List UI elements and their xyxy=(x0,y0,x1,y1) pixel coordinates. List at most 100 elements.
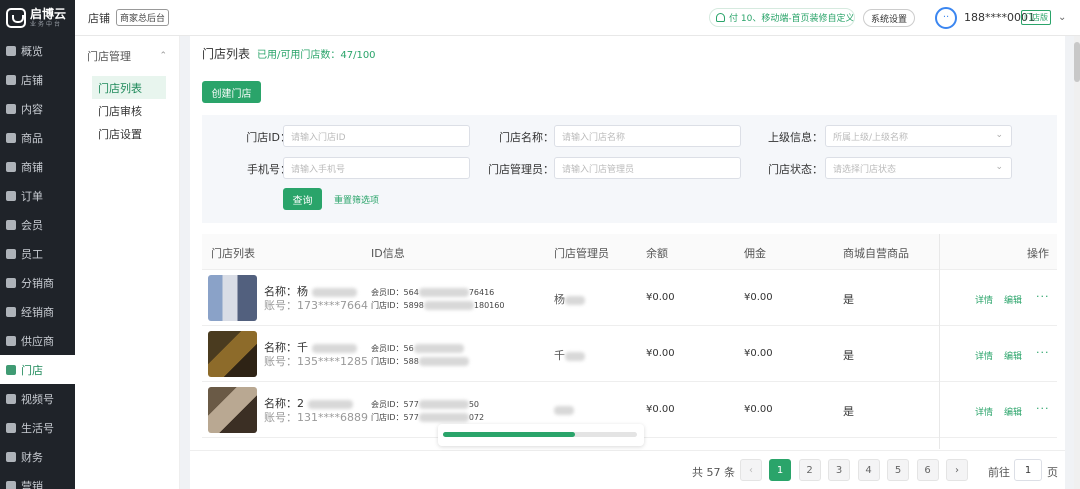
store-name-input[interactable]: 请输入门店名称 xyxy=(554,125,741,147)
store-table: 门店列表 ID信息 门店管理员 余额 佣金 商城自营商品 操作 名称：杨 账号：… xyxy=(202,234,1057,449)
nav-item-5[interactable]: 订单 xyxy=(0,181,75,210)
store-manager: 千 xyxy=(554,347,585,363)
nav-item-label: 生活号 xyxy=(21,421,54,435)
brand-sub: 业务中台 xyxy=(30,21,63,28)
hq-button[interactable]: 商家总后台 xyxy=(116,9,170,26)
member-id: 577 xyxy=(403,400,419,409)
heart-icon xyxy=(6,161,16,172)
status-select[interactable]: 请选择门店状态 ⌄ xyxy=(825,157,1012,179)
edit-link[interactable]: 编辑 xyxy=(1004,349,1022,362)
page-button[interactable]: 1 xyxy=(769,459,791,481)
distribution-icon xyxy=(6,277,16,288)
balance: ¥0.00 xyxy=(646,348,675,359)
nav-item-4[interactable]: 商铺 xyxy=(0,152,75,181)
page-button[interactable]: 3 xyxy=(828,459,850,481)
detail-link[interactable]: 详情 xyxy=(975,405,993,418)
store-count: 已用/可用门店数：47/100 xyxy=(257,50,376,61)
more-icon[interactable]: ··· xyxy=(1036,346,1050,359)
edit-link[interactable]: 编辑 xyxy=(1004,405,1022,418)
col-self-goods: 商城自营商品 xyxy=(843,247,909,260)
detail-link[interactable]: 详情 xyxy=(975,293,993,306)
nav-item-12[interactable]: 视频号 xyxy=(0,384,75,413)
edit-link[interactable]: 编辑 xyxy=(1004,293,1022,306)
home-icon xyxy=(6,74,16,85)
dashboard-icon xyxy=(6,45,16,56)
col-actions: 操作 xyxy=(1027,247,1049,260)
page-button[interactable]: 6 xyxy=(916,459,939,481)
store-id-input[interactable]: 请输入门店ID xyxy=(283,125,470,147)
nav-item-0[interactable]: 概览 xyxy=(0,36,75,65)
nav-item-6[interactable]: 会员 xyxy=(0,210,75,239)
page-button[interactable]: 5 xyxy=(887,459,909,481)
manager-input[interactable]: 请输入门店管理员 xyxy=(554,157,741,179)
parent-info-select[interactable]: 所属上级/上级名称 ⌄ xyxy=(825,125,1012,147)
page-button[interactable]: 2 xyxy=(798,459,821,481)
nav-item-14[interactable]: 财务 xyxy=(0,442,75,471)
nav-item-label: 财务 xyxy=(21,450,43,464)
nav-item-label: 经销商 xyxy=(21,305,54,319)
store-edition-tag: 门店版 xyxy=(1021,10,1051,25)
detail-link[interactable]: 详情 xyxy=(975,349,993,362)
phone-input[interactable]: 请输入手机号 xyxy=(283,157,470,179)
goto-page-input[interactable]: 1 xyxy=(1014,459,1042,481)
nav-item-label: 视频号 xyxy=(21,392,54,406)
nav-item-label: 概览 xyxy=(21,44,43,58)
status-placeholder: 请选择门店状态 xyxy=(833,164,897,175)
store-name: 千 xyxy=(297,341,308,354)
member-id: 564 xyxy=(403,288,419,297)
nav-item-9[interactable]: 经销商 xyxy=(0,297,75,326)
submenu-item-store-list[interactable]: 门店列表 xyxy=(92,76,166,99)
query-button[interactable]: 查询 xyxy=(283,188,322,210)
submenu-item-store-settings[interactable]: 门店设置 xyxy=(92,122,166,145)
store-id-label: 门店ID： xyxy=(246,131,291,144)
nav-item-2[interactable]: 内容 xyxy=(0,94,75,123)
member-id-label: 会员ID： xyxy=(371,344,404,353)
reset-filters-link[interactable]: 重置筛选项 xyxy=(334,193,379,206)
nav-item-7[interactable]: 员工 xyxy=(0,239,75,268)
page-scrollbar[interactable] xyxy=(1074,36,1080,489)
nav-item-10[interactable]: 供应商 xyxy=(0,326,75,355)
store-submenu: 门店管理 ⌃ 门店列表 门店审核 门店设置 xyxy=(75,36,180,489)
store-thumbnail xyxy=(208,275,257,321)
system-settings-button[interactable]: 系统设置 xyxy=(863,9,916,27)
chevron-down-icon[interactable]: ⌄ xyxy=(1058,12,1066,23)
nav-item-1[interactable]: 店铺 xyxy=(0,65,75,94)
store-info: 名称：杨 账号：173****7664 xyxy=(264,285,368,313)
store-info: 名称：2 账号：131****6889 xyxy=(264,397,368,425)
scrollbar-thumb[interactable] xyxy=(1074,42,1080,82)
submenu-header[interactable]: 门店管理 ⌃ xyxy=(75,36,179,76)
notice-bar[interactable]: 付 10、移动端-首页装修自定义 xyxy=(709,8,855,27)
submenu-item-store-review[interactable]: 门店审核 xyxy=(92,99,166,122)
goto-label: 前往 xyxy=(988,466,1010,479)
avatar[interactable] xyxy=(935,7,957,29)
filter-panel: 门店ID： 请输入门店ID 门店名称： 请输入门店名称 上级信息： 所属上级/上… xyxy=(202,115,1057,223)
prev-page-button[interactable]: ‹ xyxy=(740,459,762,481)
next-page-button[interactable]: › xyxy=(946,459,968,481)
name-label: 名称： xyxy=(264,397,297,410)
nav-item-15[interactable]: 营销 xyxy=(0,471,75,489)
nav-item-3[interactable]: 商品 xyxy=(0,123,75,152)
redacted-text xyxy=(418,413,469,422)
table-header: 门店列表 ID信息 门店管理员 余额 佣金 商城自营商品 操作 xyxy=(202,234,1057,270)
create-store-button[interactable]: 创建门店 xyxy=(202,81,261,103)
more-icon[interactable]: ··· xyxy=(1036,402,1050,415)
more-icon[interactable]: ··· xyxy=(1036,290,1050,303)
redacted-text xyxy=(311,343,357,353)
bell-icon xyxy=(716,13,725,22)
redacted-text xyxy=(418,357,469,366)
nav-item-11[interactable]: 门店 xyxy=(0,355,75,384)
manager-name: 千 xyxy=(554,349,565,362)
nav-item-label: 店铺 xyxy=(21,73,43,87)
nav-item-label: 会员 xyxy=(21,218,43,232)
logo-icon xyxy=(6,8,26,28)
page-button[interactable]: 4 xyxy=(857,459,880,481)
nav-item-13[interactable]: 生活号 xyxy=(0,413,75,442)
chevron-down-icon: ⌄ xyxy=(995,162,1003,172)
page-title: 门店列表 xyxy=(202,47,251,61)
top-bar: 店铺 商家总后台 付 10、移动端-首页装修自定义 系统设置 188****00… xyxy=(75,0,1080,36)
main-panel: 门店列表 已用/可用门店数：47/100 创建门店 门店ID： 请输入门店ID … xyxy=(190,36,1065,489)
order-icon xyxy=(6,190,16,201)
nav-item-8[interactable]: 分销商 xyxy=(0,268,75,297)
left-nav: 启博云 业务中台 概览 店铺 内容 商品 商铺 订单 会员 员工 分销商 经销商 供应商 门店 视频号生… xyxy=(0,0,75,489)
pagination: 共 57 条 ‹ 123456 › 前往 1 页 xyxy=(190,450,1065,489)
